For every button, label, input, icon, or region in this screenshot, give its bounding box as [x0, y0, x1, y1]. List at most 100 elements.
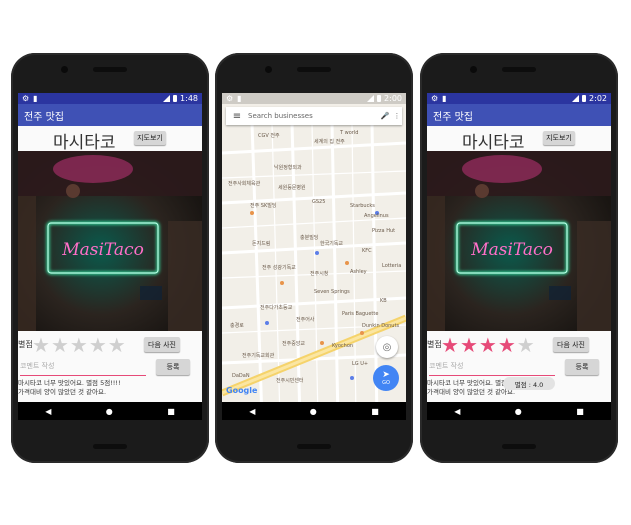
recents-icon[interactable]: ■ — [576, 407, 584, 416]
map-label: Starbucks — [350, 203, 375, 209]
recents-icon[interactable]: ■ — [371, 407, 379, 416]
settings-icon: ⚙ — [226, 94, 234, 103]
front-camera — [470, 66, 477, 73]
star-5-icon[interactable]: ★ — [108, 335, 126, 355]
map-label: 전주다가초등교 — [260, 305, 293, 311]
register-button[interactable]: 등록 — [156, 359, 190, 375]
star-2-icon[interactable]: ★ — [51, 335, 69, 355]
rating-label: 별점 — [427, 340, 442, 349]
star-4-icon[interactable]: ★ — [498, 335, 516, 355]
star-4-icon[interactable]: ★ — [89, 335, 107, 355]
back-icon[interactable]: ◀ — [249, 407, 255, 416]
google-logo: Google — [226, 386, 258, 395]
map-label: Seven Springs — [314, 289, 350, 295]
map-label: Ashley — [350, 269, 367, 275]
map-label: KB — [380, 298, 387, 304]
map-label: 전주중앙교 — [282, 341, 306, 347]
nav-bar: ◀ ● ■ — [427, 402, 611, 420]
map-label: 전주 SK빌딩 — [250, 203, 277, 209]
map-label: Pizza Hut — [372, 228, 396, 234]
speaker-bottom — [502, 444, 536, 449]
go-label: GO — [382, 379, 390, 386]
status-time: 2:00 — [384, 94, 402, 103]
sd-icon: ▮ — [33, 94, 38, 103]
comment-input[interactable]: 코멘트 작성 — [20, 361, 146, 376]
status-time: 1:48 — [180, 94, 198, 103]
comment-placeholder: 코멘트 작성 — [20, 362, 55, 370]
status-time: 2:02 — [589, 94, 607, 103]
map-label: DaDaN — [232, 373, 250, 379]
nav-bar: ◀ ● ■ — [222, 402, 406, 420]
map-label: 한국기독교 — [320, 241, 344, 247]
map-view-button[interactable]: 지도보기 — [543, 131, 575, 145]
battery-icon — [582, 95, 587, 102]
map-label: Angelinus — [364, 213, 389, 219]
restaurant-photo: MasiTaco — [18, 151, 202, 331]
my-location-icon[interactable]: ◎ — [376, 336, 398, 358]
speaker-bottom — [93, 444, 127, 449]
map-search-bar[interactable]: ≡ Search businesses 🎤 ⋮ — [226, 107, 402, 125]
home-icon[interactable]: ● — [310, 407, 317, 416]
menu-icon[interactable]: ≡ — [226, 111, 248, 122]
next-photo-button[interactable]: 다음 사진 — [144, 337, 180, 352]
speaker-top — [93, 67, 127, 72]
back-icon[interactable]: ◀ — [45, 407, 51, 416]
map-label: 전주 성광기독교 — [262, 265, 296, 271]
map-label: 낙원정형외과 — [274, 165, 302, 171]
comment-placeholder: 코멘트 작성 — [429, 362, 464, 370]
app-bar: 전주 맛집 — [427, 104, 611, 126]
neon-sign-text: MasiTaco — [470, 240, 553, 260]
map-label: CGV 전주 — [258, 133, 280, 139]
star-1-icon[interactable]: ★ — [441, 335, 459, 355]
signal-icon — [163, 95, 171, 102]
phone-1: ⚙ ▮ 1:48 전주 맛집 마시타코 지도보기 MasiTaco 별점 ★ ★… — [11, 53, 209, 463]
signal-icon — [572, 95, 580, 102]
star-3-icon[interactable]: ★ — [70, 335, 88, 355]
speaker-top — [297, 67, 331, 72]
speaker-top — [502, 67, 536, 72]
star-3-icon[interactable]: ★ — [479, 335, 497, 355]
shop-name: 마시타코 — [462, 133, 525, 153]
map-view-button[interactable]: 지도보기 — [134, 131, 166, 145]
map-label: 전주시민센터 — [276, 378, 304, 384]
microphone-icon[interactable]: 🎤 — [378, 112, 392, 120]
map-label: 충경로 — [230, 323, 244, 329]
register-button[interactable]: 등록 — [565, 359, 599, 375]
map-label: Lotteria — [382, 263, 402, 269]
map-label: 돈지드림 — [252, 241, 271, 247]
comment-input[interactable]: 코멘트 작성 — [429, 361, 555, 376]
map-label: 전주시청 — [310, 271, 329, 277]
phone-3: ⚙ ▮ 2:02 전주 맛집 마시타코 지도보기 MasiTaco 별점 ★ ★… — [420, 53, 618, 463]
rating-stars[interactable]: ★ ★ ★ ★ ★ — [32, 335, 126, 355]
map-label: Paris Baguette — [342, 311, 379, 317]
directions-icon: ➤ — [382, 369, 390, 380]
overflow-icon[interactable]: ⋮ — [392, 112, 402, 120]
map-label: 전주어사 — [296, 317, 315, 323]
status-bar: ⚙ ▮ 1:48 — [18, 93, 202, 104]
next-photo-button[interactable]: 다음 사진 — [553, 337, 589, 352]
sd-icon: ▮ — [442, 94, 447, 103]
map-label: 전주기독교회관 — [242, 353, 275, 359]
star-2-icon[interactable]: ★ — [460, 335, 478, 355]
shop-name: 마시타코 — [53, 133, 116, 153]
recents-icon[interactable]: ■ — [167, 407, 175, 416]
home-icon[interactable]: ● — [106, 407, 113, 416]
screen-1: ⚙ ▮ 1:48 전주 맛집 마시타코 지도보기 MasiTaco 별점 ★ ★… — [18, 93, 202, 420]
directions-go-button[interactable]: ➤ GO — [373, 365, 399, 391]
map-label: 세원등문병원 — [278, 185, 306, 191]
rating-row: 별점 ★ ★ ★ ★ ★ 다음 사진 — [427, 335, 611, 355]
screen-2: CGV 전주 세계의 집 전주 T world 낙원정형외과 전주사회체육관 세… — [222, 93, 406, 420]
star-5-icon[interactable]: ★ — [517, 335, 535, 355]
rating-stars[interactable]: ★ ★ ★ ★ ★ — [441, 335, 535, 355]
battery-icon — [173, 95, 178, 102]
map-label: 세계의 집 전주 — [314, 139, 345, 145]
status-bar: ⚙ ▮ 2:02 — [427, 93, 611, 104]
home-icon[interactable]: ● — [515, 407, 522, 416]
star-1-icon[interactable]: ★ — [32, 335, 50, 355]
screen-3: ⚙ ▮ 2:02 전주 맛집 마시타코 지도보기 MasiTaco 별점 ★ ★… — [427, 93, 611, 420]
rating-label: 별점 — [18, 340, 33, 349]
app-bar: 전주 맛집 — [18, 104, 202, 126]
neon-sign-text: MasiTaco — [61, 240, 144, 260]
back-icon[interactable]: ◀ — [454, 407, 460, 416]
map-label: Kyochon — [332, 343, 354, 349]
